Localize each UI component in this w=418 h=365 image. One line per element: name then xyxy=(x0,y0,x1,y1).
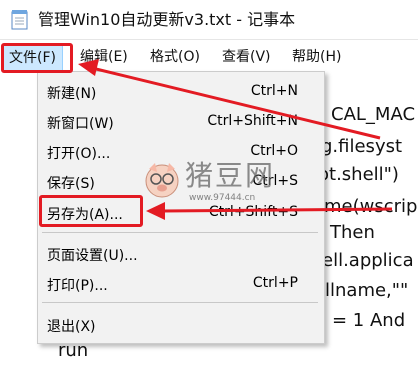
menu-help[interactable]: 帮助(H) xyxy=(292,48,341,66)
menu-item-shortcut: Ctrl+O xyxy=(250,143,298,159)
menu-item-label: 新窗口(W) xyxy=(47,116,114,132)
menu-item-print[interactable]: 打印(P)... Ctrl+P xyxy=(38,268,324,298)
editor-line: me(wscrip xyxy=(324,196,418,217)
menu-item-label: 保存(S) xyxy=(47,176,95,192)
menu-separator xyxy=(42,232,318,233)
pig-logo-icon xyxy=(145,163,179,198)
editor-line: Then xyxy=(330,222,375,243)
menu-edit[interactable]: 编辑(E) xyxy=(80,48,128,66)
title-bar: 管理Win10自动更新v3.txt - 记事本 xyxy=(0,0,418,40)
editor-line: = 1 And xyxy=(332,310,406,331)
menu-view[interactable]: 查看(V) xyxy=(222,48,271,66)
menu-item-label: 打开(O)... xyxy=(47,146,111,162)
menu-item-shortcut: Ctrl+P xyxy=(252,275,298,291)
menu-item-new-window[interactable]: 新窗口(W) Ctrl+Shift+N xyxy=(38,106,324,136)
watermark-name: 猪豆网 xyxy=(185,159,276,192)
menu-item-page-setup[interactable]: 页面设置(U)... xyxy=(38,238,324,268)
menu-item-label: 页面设置(U)... xyxy=(47,248,138,264)
menu-item-label: 新建(N) xyxy=(47,86,97,102)
editor-line: ot.shell") xyxy=(318,164,399,185)
menu-item-exit[interactable]: 退出(X) xyxy=(38,309,324,339)
menu-item-label: 打印(P)... xyxy=(47,278,108,294)
editor-line: g.filesyst xyxy=(321,136,403,157)
menu-item-shortcut: Ctrl+Shift+N xyxy=(207,113,298,129)
watermark-url: www.97444.cn xyxy=(189,193,256,203)
notepad-icon xyxy=(11,10,28,30)
window-title: 管理Win10自动更新v3.txt - 记事本 xyxy=(38,10,296,29)
menu-item-new[interactable]: 新建(N) Ctrl+N xyxy=(38,76,324,106)
highlight-file-menu xyxy=(1,43,73,73)
watermark: 猪豆网 www.97444.cn xyxy=(143,160,293,208)
menu-item-shortcut: Ctrl+N xyxy=(250,83,298,99)
highlight-save-as xyxy=(39,195,143,227)
editor-line: llname,"" xyxy=(325,280,409,301)
editor-line: ell.applica xyxy=(322,250,414,271)
menu-separator xyxy=(42,302,318,303)
editor-line: CAL_MAC xyxy=(331,104,416,125)
menu-item-label: 退出(X) xyxy=(47,319,96,335)
menu-format[interactable]: 格式(O) xyxy=(150,48,200,66)
